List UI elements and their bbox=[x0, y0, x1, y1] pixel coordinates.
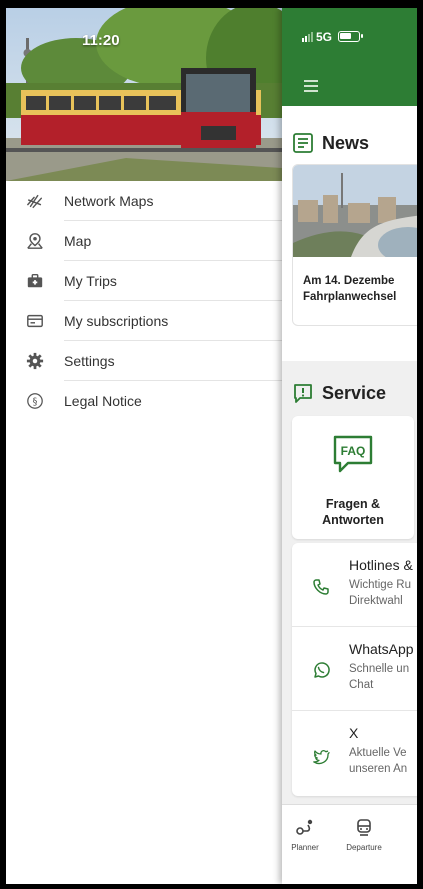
drawer-menu: Network Maps Map My Trips My subscriptio… bbox=[6, 181, 282, 421]
menu-item-label: Settings bbox=[64, 353, 115, 369]
service-heading: Service bbox=[292, 382, 386, 404]
svg-text:FAQ: FAQ bbox=[341, 444, 366, 458]
status-time: 11:20 bbox=[82, 32, 120, 49]
faq-label-line: Antworten bbox=[322, 513, 384, 527]
menu-item-settings[interactable]: Settings bbox=[6, 341, 282, 381]
service-icon bbox=[294, 384, 312, 403]
network-type: 5G bbox=[316, 30, 333, 44]
departure-icon bbox=[357, 819, 371, 836]
network-map-icon bbox=[6, 192, 64, 210]
ticket-card-icon bbox=[6, 312, 64, 330]
phone-icon bbox=[313, 579, 329, 595]
menu-item-network-maps[interactable]: Network Maps bbox=[6, 181, 282, 221]
navigation-drawer: 11:20 Network Maps Map My Trips My subsc… bbox=[6, 8, 282, 884]
menu-item-label: My Trips bbox=[64, 273, 117, 289]
menu-item-map[interactable]: Map bbox=[6, 221, 282, 261]
news-teaser-line: Fahrplanwechsel bbox=[303, 291, 397, 303]
briefcase-icon bbox=[6, 272, 64, 290]
drawer-header-image: 11:20 bbox=[6, 8, 282, 181]
news-icon bbox=[293, 133, 313, 153]
menu-item-label: Network Maps bbox=[64, 193, 154, 209]
contact-item-x[interactable]: X Aktuelle Ve unseren An bbox=[292, 711, 417, 795]
contact-desc: Chat bbox=[349, 679, 374, 691]
news-teaser-line: Am 14. Dezembe bbox=[303, 275, 395, 287]
battery-icon bbox=[338, 31, 363, 42]
faq-icon: FAQ bbox=[333, 435, 373, 473]
menu-item-label: Legal Notice bbox=[64, 393, 142, 409]
news-heading: News bbox=[292, 132, 369, 154]
bird-icon bbox=[313, 749, 330, 765]
hamburger-menu-icon[interactable] bbox=[304, 80, 318, 92]
contact-desc: Direktwahl bbox=[349, 595, 403, 607]
contact-title: Hotlines & bbox=[349, 557, 413, 573]
contact-desc: unseren An bbox=[349, 763, 408, 775]
paragraph-icon: § bbox=[6, 392, 64, 410]
contact-desc: Wichtige Ru bbox=[349, 579, 411, 591]
bottom-navigation: Planner Departure bbox=[282, 804, 417, 884]
contact-title: X bbox=[349, 725, 359, 741]
contact-item-whatsapp[interactable]: WhatsApp Schnelle un Chat bbox=[292, 627, 417, 711]
contact-item-hotlines[interactable]: Hotlines & Wichtige Ru Direktwahl bbox=[292, 543, 417, 627]
map-pin-icon bbox=[6, 232, 64, 250]
gear-icon bbox=[6, 352, 64, 370]
app-header: 5G bbox=[282, 8, 417, 106]
faq-label-line: Fragen & bbox=[325, 497, 381, 511]
news-title: News bbox=[322, 132, 370, 153]
tab-planner[interactable]: Planner bbox=[282, 817, 335, 852]
tab-label: Departure bbox=[346, 843, 382, 852]
news-image bbox=[293, 165, 417, 257]
contact-desc: Schnelle un bbox=[349, 663, 410, 675]
route-planner-icon bbox=[296, 819, 313, 835]
svg-text:§: § bbox=[33, 397, 38, 408]
menu-item-label: Map bbox=[64, 233, 92, 249]
contact-title: WhatsApp bbox=[349, 641, 414, 657]
menu-item-my-trips[interactable]: My Trips bbox=[6, 261, 282, 301]
tab-label: Planner bbox=[291, 843, 319, 852]
contact-desc: Aktuelle Ve bbox=[349, 747, 407, 759]
menu-item-my-subscriptions[interactable]: My subscriptions bbox=[6, 301, 282, 341]
service-title: Service bbox=[322, 382, 387, 403]
menu-item-legal-notice[interactable]: § Legal Notice bbox=[6, 381, 282, 421]
news-card[interactable]: Am 14. Dezembe Fahrplanwechsel bbox=[292, 164, 417, 326]
menu-item-label: My subscriptions bbox=[64, 313, 169, 329]
contact-list: Hotlines & Wichtige Ru Direktwahl WhatsA… bbox=[292, 543, 417, 796]
whatsapp-icon bbox=[314, 662, 330, 678]
news-teaser: Am 14. Dezembe Fahrplanwechsel bbox=[303, 273, 396, 305]
main-app-panel[interactable]: 5G News Am 14. Dezembe Fahrplanwechsel S… bbox=[282, 8, 417, 884]
faq-label: Fragen & Antworten bbox=[292, 496, 414, 528]
tab-departures[interactable]: Departure bbox=[334, 817, 394, 852]
faq-tile[interactable]: FAQ Fragen & Antworten bbox=[292, 416, 414, 539]
signal-icon bbox=[302, 32, 313, 42]
device-screen: 11:20 Network Maps Map My Trips My subsc… bbox=[6, 8, 417, 884]
